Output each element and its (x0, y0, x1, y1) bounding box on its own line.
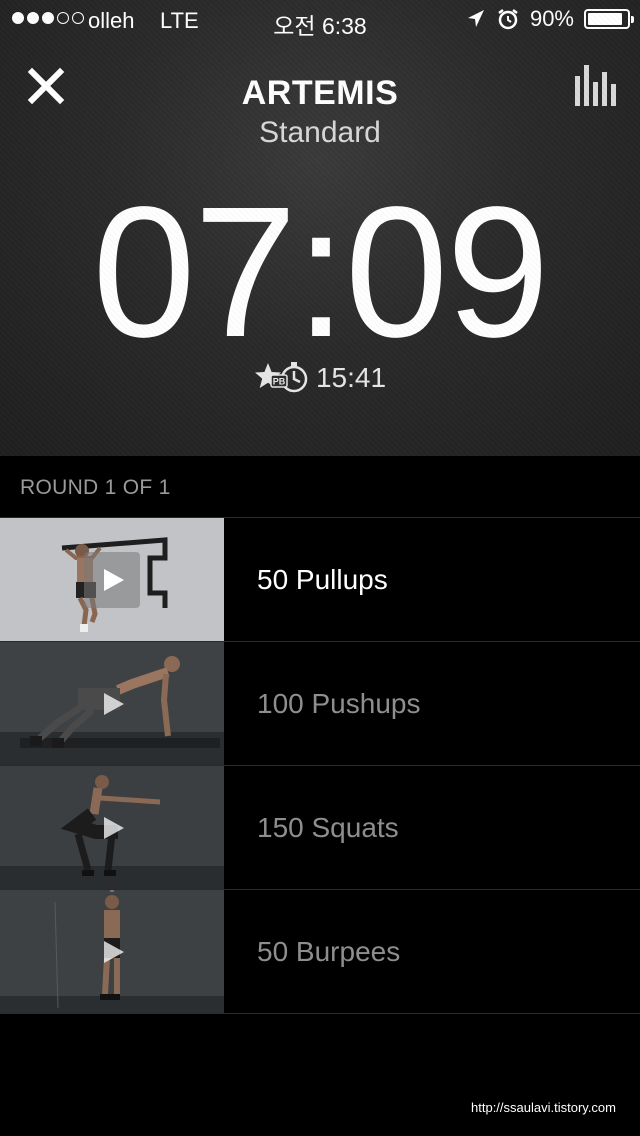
play-icon (104, 941, 124, 963)
play-video-button[interactable] (84, 676, 140, 732)
play-video-button[interactable] (84, 924, 140, 980)
timer-header: olleh LTE 오전 6:38 90% ARTEMIS Standard 0… (0, 0, 640, 456)
personal-best: PB 15:41 (0, 360, 640, 396)
watermark-url: http://ssaulavi.tistory.com (471, 1100, 616, 1115)
alarm-clock-icon (498, 9, 518, 30)
exercise-row-pushups[interactable]: 100 Pushups (0, 641, 640, 765)
workout-title: ARTEMIS (241, 74, 399, 112)
play-icon (104, 693, 124, 715)
exercise-row-squats[interactable]: 150 Squats (0, 765, 640, 889)
status-bar: olleh LTE 오전 6:38 90% (0, 0, 640, 40)
exercise-list: 50 Pullups 100 Pushups 150 Squats 50 Bur… (0, 517, 640, 1014)
battery-level-fill (588, 13, 623, 25)
exercise-thumbnail (0, 890, 224, 1013)
exercise-thumbnail (0, 766, 224, 889)
play-icon (104, 569, 124, 591)
play-video-button[interactable] (84, 552, 140, 608)
pb-badge-text: PB (273, 377, 286, 387)
exercise-row-pullups[interactable]: 50 Pullups (0, 517, 640, 641)
play-video-button[interactable] (84, 800, 140, 856)
personal-best-time: 15:41 (315, 362, 387, 393)
battery-percentage: 90% (529, 6, 574, 31)
elapsed-timer: 07:09 (92, 169, 549, 376)
exercise-name: 50 Burpees (257, 935, 401, 967)
play-icon (104, 817, 124, 839)
round-label: ROUND 1 OF 1 (20, 476, 171, 499)
exercise-row-burpees[interactable]: 50 Burpees (0, 889, 640, 1014)
exercise-name: 50 Pullups (257, 563, 388, 595)
workout-variant: Standard (259, 116, 381, 149)
exercise-thumbnail (0, 642, 224, 765)
personal-best-icon: PB (254, 362, 308, 393)
battery-icon (584, 9, 634, 29)
location-arrow-icon (467, 10, 484, 27)
exercise-thumbnail (0, 518, 224, 641)
exercise-name: 150 Squats (257, 811, 399, 843)
exercise-name: 100 Pushups (257, 687, 421, 719)
